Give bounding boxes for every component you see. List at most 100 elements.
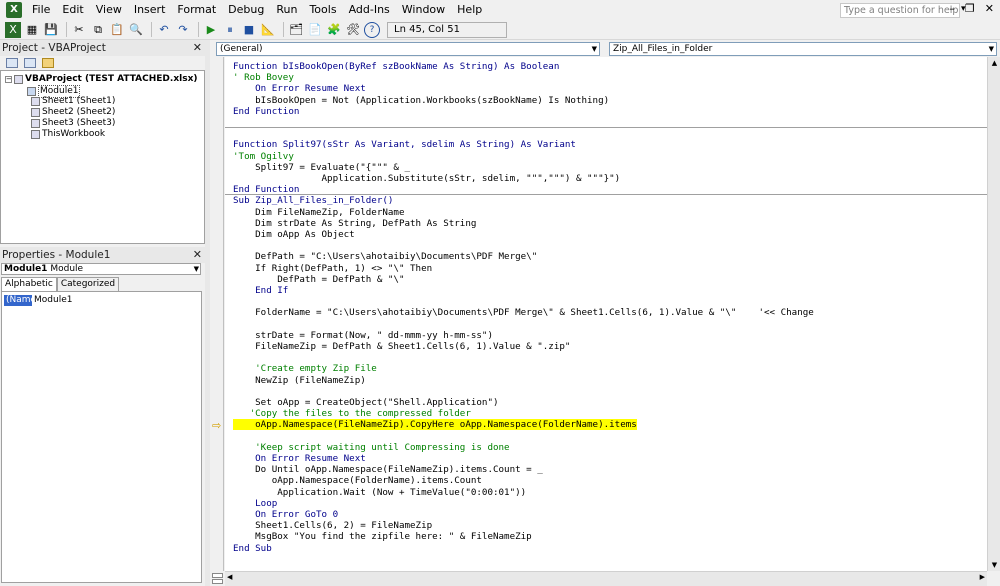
- code-line: End Function: [233, 105, 300, 117]
- menu-view[interactable]: View: [90, 0, 128, 20]
- object-combo[interactable]: (General) ▼: [216, 42, 600, 56]
- tree-item-thisworkbook[interactable]: ThisWorkbook: [31, 129, 105, 140]
- design-mode-icon[interactable]: 📐: [260, 22, 276, 38]
- help-icon[interactable]: ?: [364, 21, 380, 38]
- reset-icon[interactable]: ■: [241, 22, 257, 38]
- scroll-left-icon[interactable]: ◀: [227, 573, 232, 581]
- menu-run[interactable]: Run: [270, 0, 303, 20]
- code-line: DefPath = DefPath & "\": [233, 273, 405, 285]
- tree-item-label: Sheet1 (Sheet1): [42, 96, 116, 106]
- code-line: Sub Zip_All_Files_in_Folder(): [233, 195, 394, 207]
- toolbox-icon[interactable]: 🛠: [345, 22, 361, 38]
- undo-icon[interactable]: ↶: [156, 22, 172, 38]
- vertical-scrollbar[interactable]: ▲ ▼: [987, 57, 1000, 571]
- view-code-icon[interactable]: [6, 58, 18, 68]
- view-excel-icon[interactable]: X: [5, 21, 21, 38]
- scroll-down-icon[interactable]: ▼: [989, 559, 1000, 571]
- tree-item-sheet2[interactable]: Sheet2 (Sheet2): [31, 107, 115, 118]
- scroll-right-icon[interactable]: ▶: [980, 573, 985, 581]
- procedure-separator: [225, 127, 987, 129]
- restore-icon[interactable]: ❐: [965, 2, 975, 15]
- toggle-folders-icon[interactable]: [42, 58, 54, 68]
- properties-icon[interactable]: 📄: [307, 22, 323, 38]
- minimize-icon[interactable]: –: [949, 2, 955, 15]
- tab-alphabetic[interactable]: Alphabetic: [1, 277, 57, 291]
- collapse-icon[interactable]: −: [5, 76, 12, 83]
- run-icon[interactable]: ▶: [203, 22, 219, 38]
- property-row-name[interactable]: (Name) Module1: [4, 295, 72, 306]
- chevron-down-icon[interactable]: ▼: [989, 43, 994, 55]
- object-browser-icon[interactable]: 🧩: [326, 22, 342, 38]
- code-line: Set oApp = CreateObject("Shell.Applicati…: [233, 397, 499, 408]
- code-line: NewZip (FileNameZip): [233, 374, 366, 386]
- code-line: 'Create empty Zip File: [233, 363, 377, 375]
- menu-addins[interactable]: Add-Ins: [343, 0, 396, 20]
- menu-edit[interactable]: Edit: [56, 0, 89, 20]
- tree-item-label: Sheet3 (Sheet3): [42, 118, 116, 128]
- break-icon[interactable]: ⏸: [222, 22, 238, 38]
- procedure-view-button[interactable]: [212, 573, 223, 578]
- procedure-combo[interactable]: Zip_All_Files_in_Folder ▼: [609, 42, 997, 56]
- cursor-position: Ln 45, Col 51: [387, 21, 507, 38]
- close-icon[interactable]: ✕: [193, 247, 202, 263]
- module-icon: [27, 87, 36, 96]
- redo-icon[interactable]: ↷: [175, 22, 191, 38]
- view-object-icon[interactable]: [24, 58, 36, 68]
- code-line: End If: [233, 285, 289, 296]
- selected-object-name: Module1: [4, 264, 48, 274]
- menu-insert[interactable]: Insert: [128, 0, 172, 20]
- project-toolbar: [0, 56, 205, 70]
- scroll-up-icon[interactable]: ▲: [989, 57, 1000, 69]
- view-buttons: [210, 571, 225, 586]
- code-line: Loop: [233, 497, 278, 509]
- menu-file[interactable]: File: [26, 0, 56, 20]
- menu-debug[interactable]: Debug: [222, 0, 270, 20]
- project-explorer-icon[interactable]: 🗂: [288, 22, 304, 38]
- tree-item-sheet3[interactable]: Sheet3 (Sheet3): [31, 118, 115, 129]
- property-value[interactable]: Module1: [32, 295, 72, 306]
- insert-module-icon[interactable]: ▦: [24, 22, 40, 38]
- full-module-view-button[interactable]: [212, 579, 223, 584]
- selected-object-type: Module: [50, 264, 84, 274]
- close-icon[interactable]: ✕: [985, 2, 994, 15]
- code-line: FolderName = "C:\Users\ahotaibiy\Documen…: [233, 307, 814, 319]
- menu-format[interactable]: Format: [171, 0, 222, 20]
- code-line: Application.Substitute(sStr, sdelim, """…: [233, 173, 621, 184]
- tree-root[interactable]: − VBAProject (TEST ATTACHED.xlsx): [5, 74, 197, 85]
- execution-arrow-icon: ⇨: [212, 419, 222, 432]
- property-key: (Name): [4, 295, 40, 306]
- workbook-icon: [31, 130, 40, 139]
- paste-icon[interactable]: 📋: [109, 22, 125, 38]
- sheet-icon: [31, 97, 40, 106]
- chevron-down-icon[interactable]: ▼: [592, 43, 597, 55]
- code-line: Sheet1.Cells(6, 2) = FileNameZip: [233, 520, 433, 532]
- chevron-down-icon[interactable]: ▼: [194, 264, 199, 274]
- find-icon[interactable]: 🔍: [128, 22, 144, 38]
- code-line: Dim FileNameZip, FolderName: [233, 206, 405, 218]
- menu-help[interactable]: Help: [451, 0, 488, 20]
- toolbar: X ▦ 💾 ✂ ⧉ 📋 🔍 ↶ ↷ ▶ ⏸ ■ 📐 🗂 📄 🧩 🛠 ? Ln 4…: [0, 20, 1000, 40]
- code-line: 'Tom Ogilvy: [233, 150, 294, 162]
- copy-icon[interactable]: ⧉: [90, 22, 106, 38]
- menu-tools[interactable]: Tools: [303, 0, 342, 20]
- excel-icon[interactable]: X: [6, 2, 22, 18]
- tree-root-label: VBAProject (TEST ATTACHED.xlsx): [25, 74, 198, 84]
- properties-object-select[interactable]: Module1 Module ▼: [1, 263, 201, 275]
- object-combo-value: (General): [220, 44, 263, 54]
- code-editor[interactable]: Function bIsBookOpen(ByRef szBookName As…: [225, 57, 987, 571]
- tree-item-label: ThisWorkbook: [42, 129, 106, 139]
- tree-item-sheet1[interactable]: Sheet1 (Sheet1): [31, 96, 115, 107]
- code-line: Do Until oApp.Namespace(FileNameZip).ite…: [233, 464, 543, 476]
- help-search-input[interactable]: Type a question for help: [840, 3, 960, 18]
- code-line: Split97 = Evaluate("{""" & _: [233, 161, 411, 173]
- code-margin[interactable]: [210, 57, 224, 571]
- menu-window[interactable]: Window: [396, 0, 451, 20]
- code-line: Function bIsBookOpen(ByRef szBookName As…: [233, 61, 560, 72]
- save-icon[interactable]: 💾: [43, 22, 59, 38]
- horizontal-scrollbar[interactable]: ◀ ▶: [225, 571, 987, 586]
- code-line: strDate = Format(Now, " dd-mmm-yy h-mm-s…: [233, 329, 493, 341]
- code-line: End Sub: [233, 542, 272, 554]
- close-icon[interactable]: ✕: [193, 40, 202, 56]
- cut-icon[interactable]: ✂: [71, 22, 87, 38]
- tab-categorized[interactable]: Categorized: [56, 277, 120, 291]
